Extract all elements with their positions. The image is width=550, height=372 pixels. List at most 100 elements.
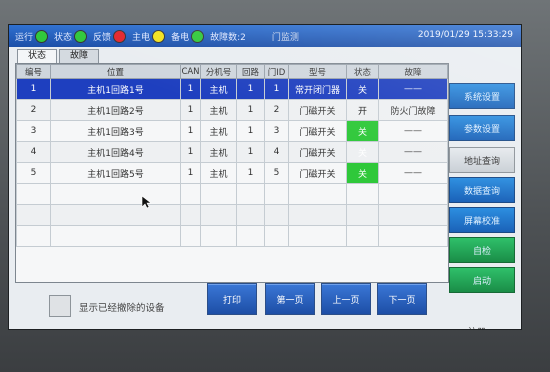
show-removed-checkbox[interactable] — [49, 295, 71, 317]
print-button[interactable]: 打印 — [207, 283, 257, 315]
cell-location: 主机1回路5号 — [50, 162, 181, 184]
cell-state: 关 — [346, 78, 379, 100]
cell-door-id: 5 — [264, 162, 289, 184]
cell-can: 1 — [180, 141, 201, 163]
cell-door-id: 1 — [264, 78, 289, 100]
cell-can: 1 — [180, 162, 201, 184]
run-indicator: 运行 — [15, 29, 49, 43]
backup-power-indicator: 备电 — [171, 29, 205, 43]
col-header-no: 编号 — [16, 64, 51, 79]
touch-screen: 运行 状态 反馈 主电 备电 故障数:2 门监测 2019/01/29 15:3… — [8, 24, 522, 330]
first-page-button[interactable]: 第一页 — [265, 283, 315, 315]
cell-can: 1 — [180, 120, 201, 142]
cell-state: 开 — [346, 99, 379, 121]
cell-loop: 1 — [236, 120, 265, 142]
cell-extension: 主机 — [200, 99, 237, 121]
col-header-fault: 故障 — [378, 64, 448, 79]
cell-no: 1 — [16, 78, 51, 100]
self-check-button[interactable]: 自检 — [449, 237, 515, 263]
cell-extension: 主机 — [200, 162, 237, 184]
cell-model: 门磁开关 — [288, 99, 347, 121]
device-table: 编号 位置 CAN 分机号 回路 门ID 型号 状态 故障 1 主机1回路1号 … — [15, 63, 449, 283]
feedback-indicator: 反馈 — [93, 29, 127, 43]
main-power-label: 主电 — [132, 32, 151, 43]
table-row[interactable]: 4 主机1回路4号 1 主机 1 4 门磁开关 关 —— — [16, 141, 448, 163]
show-removed-label: 显示已经撤除的设备 — [79, 303, 165, 314]
status-bar: 运行 状态 反馈 主电 备电 故障数:2 门监测 2019/01/29 15:3… — [9, 25, 521, 47]
cell-no: 2 — [16, 99, 51, 121]
cell-extension: 主机 — [200, 141, 237, 163]
pointer-cursor-icon — [141, 195, 151, 209]
table-row[interactable]: 1 主机1回路1号 1 主机 1 1 常开闭门器 关 —— — [16, 78, 448, 100]
startup-button[interactable]: 启动 — [449, 267, 515, 293]
cell-extension: 主机 — [200, 120, 237, 142]
cell-loop: 1 — [236, 99, 265, 121]
col-header-state: 状态 — [346, 64, 379, 79]
table-row[interactable]: 2 主机1回路2号 1 主机 1 2 门磁开关 开 防火门故障 — [16, 99, 448, 121]
cell-model: 门磁开关 — [288, 120, 347, 142]
cell-location: 主机1回路2号 — [50, 99, 181, 121]
run-indicator-label: 运行 — [15, 32, 34, 43]
empty-row — [16, 204, 448, 226]
table-header-row: 编号 位置 CAN 分机号 回路 门ID 型号 状态 故障 — [16, 64, 448, 79]
cell-no: 4 — [16, 141, 51, 163]
cell-loop: 1 — [236, 141, 265, 163]
cell-state: 关 — [346, 120, 379, 142]
main-power-light — [152, 29, 166, 43]
empty-row — [16, 225, 448, 247]
cell-location: 主机1回路4号 — [50, 141, 181, 163]
state-status-light — [74, 29, 88, 43]
fault-count: 故障数:2 — [210, 32, 246, 43]
next-page-button[interactable]: 下一页 — [377, 283, 427, 315]
record-query-button[interactable]: 数据查询 — [449, 177, 515, 203]
cell-door-id: 2 — [264, 99, 289, 121]
cell-door-id: 4 — [264, 141, 289, 163]
tab-bar: 状态 故障 — [17, 49, 101, 64]
state-indicator: 状态 — [54, 29, 88, 43]
cell-no: 5 — [16, 162, 51, 184]
register-label[interactable]: 注册 — [468, 325, 486, 329]
cell-loop: 1 — [236, 162, 265, 184]
feedback-status-light — [113, 29, 127, 43]
address-query-button[interactable]: 地址查询 — [449, 147, 515, 173]
cell-fault: —— — [378, 120, 448, 142]
col-header-model: 型号 — [288, 64, 347, 79]
cell-fault: 防火门故障 — [378, 99, 448, 121]
screen-title: 门监测 — [271, 32, 299, 43]
cell-fault: —— — [378, 162, 448, 184]
cell-model: 门磁开关 — [288, 141, 347, 163]
screen-calibrate-button[interactable]: 屏幕校准 — [449, 207, 515, 233]
cell-no: 3 — [16, 120, 51, 142]
cell-door-id: 3 — [264, 120, 289, 142]
run-status-light — [35, 29, 49, 43]
cell-fault: —— — [378, 141, 448, 163]
col-header-location: 位置 — [50, 64, 181, 79]
table-row[interactable]: 3 主机1回路3号 1 主机 1 3 门磁开关 关 —— — [16, 120, 448, 142]
cell-extension: 主机 — [200, 78, 237, 100]
state-indicator-label: 状态 — [54, 32, 73, 43]
feedback-indicator-label: 反馈 — [93, 32, 112, 43]
cell-location: 主机1回路3号 — [50, 120, 181, 142]
col-header-door-id: 门ID — [264, 64, 289, 79]
param-settings-button[interactable]: 参数设置 — [449, 115, 515, 141]
datetime-display: 2019/01/29 15:33:29 — [417, 30, 513, 40]
cell-can: 1 — [180, 78, 201, 100]
backup-power-label: 备电 — [171, 32, 190, 43]
cell-state: 关 — [346, 162, 379, 184]
cell-can: 1 — [180, 99, 201, 121]
cell-model: 门磁开关 — [288, 162, 347, 184]
col-header-extension: 分机号 — [200, 64, 237, 79]
tab-status[interactable]: 状态 — [17, 49, 58, 64]
prev-page-button[interactable]: 上一页 — [321, 283, 371, 315]
empty-row — [16, 183, 448, 205]
cell-model: 常开闭门器 — [288, 78, 347, 100]
col-header-can: CAN — [180, 64, 201, 79]
col-header-loop: 回路 — [236, 64, 265, 79]
main-power-indicator: 主电 — [132, 29, 166, 43]
tab-fault[interactable]: 故障 — [59, 49, 100, 64]
table-row[interactable]: 5 主机1回路5号 1 主机 1 5 门磁开关 关 —— — [16, 162, 448, 184]
cell-location: 主机1回路1号 — [50, 78, 181, 100]
cell-fault: —— — [378, 78, 448, 100]
cell-state: 关 — [346, 141, 379, 163]
system-settings-button[interactable]: 系统设置 — [449, 83, 515, 109]
